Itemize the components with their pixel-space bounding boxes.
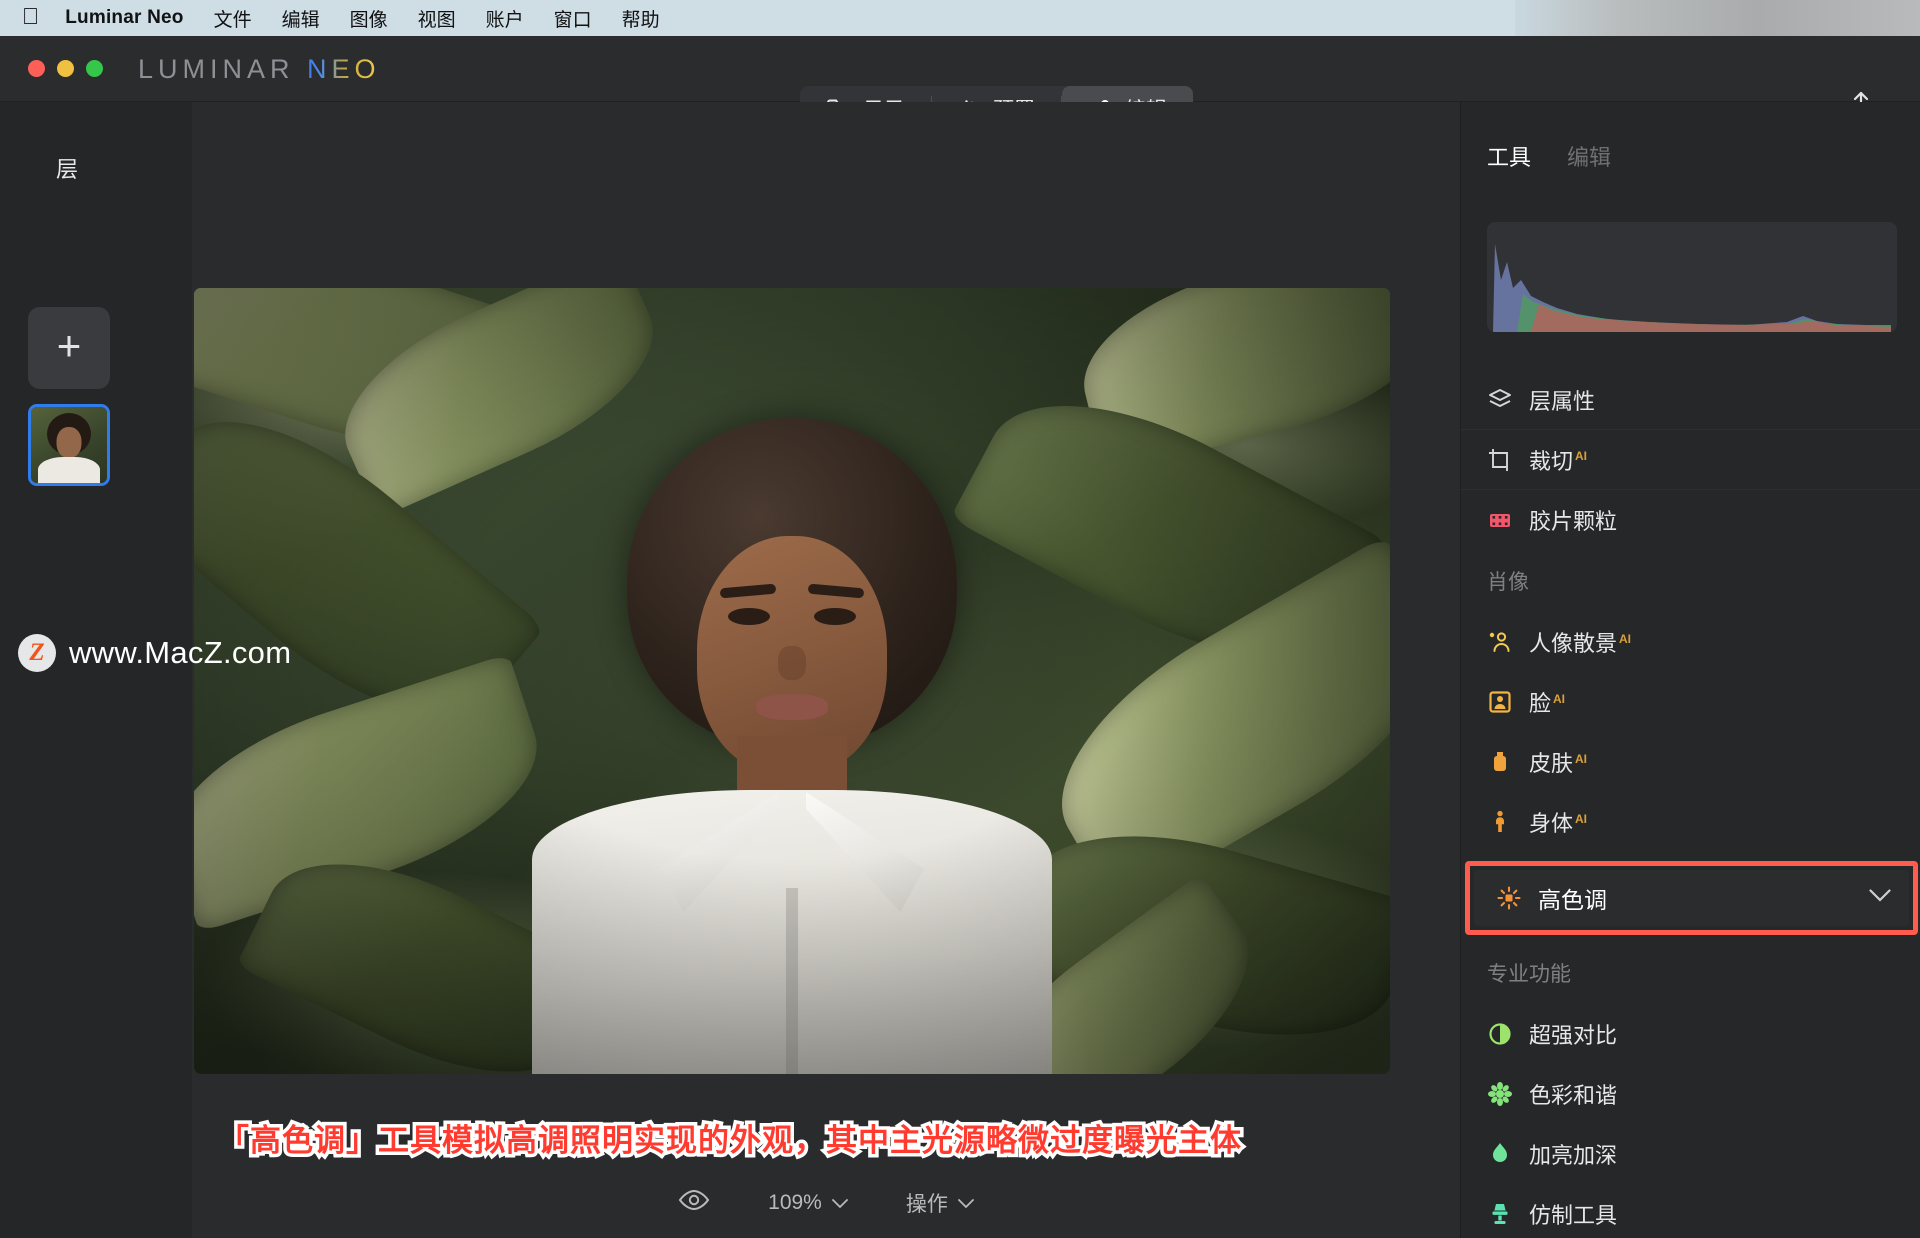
canvas-area (192, 102, 1460, 1238)
tools-top-section: 层属性 裁切 AI 胶片颗粒 (1461, 370, 1920, 550)
tool-label: 色彩和谐 (1529, 1083, 1618, 1108)
layers-icon (1487, 387, 1513, 413)
contrast-icon (1487, 1021, 1513, 1047)
tool-row-body[interactable]: 身体 AI (1461, 792, 1920, 852)
crop-icon (1487, 447, 1513, 473)
body-icon (1487, 809, 1513, 835)
tool-row-film-grain[interactable]: 胶片颗粒 (1461, 490, 1920, 550)
tool-row-crop[interactable]: 裁切 AI (1461, 430, 1920, 490)
tool-label: 人像散景 AI (1529, 631, 1632, 656)
watermark: Z www.MacZ.com (18, 634, 291, 672)
high-key-sun-icon (1496, 885, 1522, 911)
apple-logo-icon[interactable]:  (22, 5, 39, 28)
annotation-caption: 「高色调」工具模拟高调照明实现的外观，其中主光源略微过度曝光主体 (215, 1120, 1245, 1162)
ai-badge: AI (1553, 691, 1566, 706)
watermark-text: www.MacZ.com (69, 635, 292, 670)
layers-panel-title: 层 (56, 157, 79, 182)
logo-neo-text: NEO (307, 54, 381, 84)
menu-item-view[interactable]: 视图 (418, 5, 456, 32)
ai-badge: AI (1619, 631, 1632, 646)
macos-menu-bar:  Luminar Neo 文件 编辑 图像 视图 账户 窗口 帮助 (0, 0, 1920, 36)
tool-row-color-harmony[interactable]: 色彩和谐 (1461, 1064, 1920, 1124)
menu-item-edit[interactable]: 编辑 (282, 5, 320, 32)
tool-row-skin[interactable]: 皮肤 AI (1461, 732, 1920, 792)
luminar-neo-window: LUMINAR NEO 目录 预置 (0, 36, 1920, 1238)
ai-badge: AI (1575, 449, 1588, 464)
menu-item-image[interactable]: 图像 (350, 5, 388, 32)
film-icon (1487, 507, 1513, 533)
canvas-status-bar: 109% 操作 (192, 1168, 1460, 1238)
logo-luminar-text: LUMINAR (138, 54, 295, 84)
selected-tool-highlight: 高色调 (1465, 861, 1918, 935)
plus-icon: + (56, 321, 82, 369)
actions-menu-button[interactable]: 操作 (906, 1188, 974, 1218)
actions-label: 操作 (905, 1193, 948, 1216)
tool-label: 身体 AI (1529, 811, 1588, 836)
zoom-level-value: 109% (768, 1191, 822, 1214)
layer-thumbnail-image (31, 407, 107, 483)
tool-label: 皮肤 AI (1529, 751, 1588, 776)
chevron-down-icon (957, 1191, 974, 1215)
tools-panel: 工具 编辑 层属性 裁切 AI 胶片颗粒 肖像 人像散景 AI 脸 AI 皮肤 … (1460, 102, 1920, 1238)
tool-label: 仿制工具 (1529, 1203, 1618, 1228)
tool-label: 加亮加深 (1529, 1143, 1618, 1168)
tools-portrait-section: 肖像 人像散景 AI 脸 AI 皮肤 AI 身体 AI (1461, 550, 1920, 852)
face-icon (1487, 689, 1513, 715)
toggle-preview-button[interactable] (678, 1189, 710, 1217)
ai-badge: AI (1575, 811, 1588, 826)
tool-row-portrait-bokeh[interactable]: 人像散景 AI (1461, 612, 1920, 672)
clone-stamp-icon (1487, 1201, 1513, 1227)
group-header-portrait: 肖像 (1487, 571, 1529, 594)
tool-row-face[interactable]: 脸 AI (1461, 672, 1920, 732)
menu-item-window[interactable]: 窗口 (554, 5, 592, 32)
menu-item-account[interactable]: 账户 (486, 5, 524, 32)
rgb-histogram[interactable] (1487, 222, 1897, 332)
dodge-burn-icon (1487, 1141, 1513, 1167)
tool-label: 高色调 (1538, 887, 1607, 913)
app-logo: LUMINAR NEO (138, 54, 381, 85)
photo-image (194, 288, 1390, 1074)
tool-label: 脸 AI (1529, 691, 1566, 716)
tool-row-supercontrast[interactable]: 超强对比 (1461, 1004, 1920, 1064)
menu-item-help[interactable]: 帮助 (622, 5, 660, 32)
layer-thumbnail-item[interactable] (28, 404, 110, 486)
tool-row-dodge-burn[interactable]: 加亮加深 (1461, 1124, 1920, 1184)
chevron-down-icon (831, 1191, 848, 1215)
tab-edits[interactable]: 编辑 (1567, 140, 1611, 172)
tool-row-clone-stamp[interactable]: 仿制工具 (1461, 1184, 1920, 1238)
menubar-app-name[interactable]: Luminar Neo (65, 7, 183, 29)
tools-panel-tabs: 工具 编辑 (1487, 140, 1611, 172)
app-title-bar: LUMINAR NEO 目录 预置 (0, 36, 1920, 132)
color-harmony-icon (1487, 1081, 1513, 1107)
tool-label: 层属性 (1529, 388, 1596, 414)
tool-label: 超强对比 (1529, 1023, 1618, 1048)
tab-tools[interactable]: 工具 (1487, 140, 1531, 172)
window-controls (28, 60, 103, 77)
tool-label: 胶片颗粒 (1529, 509, 1618, 534)
chevron-down-icon[interactable] (1869, 889, 1891, 907)
add-layer-button[interactable]: + (28, 307, 110, 389)
portrait-bokeh-icon (1487, 629, 1513, 655)
skin-icon (1487, 749, 1513, 775)
tool-row-layer-properties[interactable]: 层属性 (1461, 370, 1920, 430)
minimize-button[interactable] (57, 60, 74, 77)
zoom-level-control[interactable]: 109% (768, 1191, 848, 1215)
menu-item-file[interactable]: 文件 (214, 5, 252, 32)
group-header-pro: 专业功能 (1487, 963, 1571, 986)
menubar-right-status-area (1515, 0, 1920, 36)
tool-row-high-key[interactable]: 高色调 (1474, 870, 1909, 926)
maximize-button[interactable] (86, 60, 103, 77)
watermark-badge-icon: Z (18, 634, 56, 672)
photo-vignette (194, 288, 1390, 1074)
eye-icon (678, 1189, 710, 1217)
tool-label: 裁切 AI (1529, 448, 1588, 474)
photo-preview[interactable] (194, 288, 1390, 1074)
tools-pro-section: 专业功能 超强对比 色彩和谐 加亮加深 仿制工具 (1461, 942, 1920, 1238)
close-button[interactable] (28, 60, 45, 77)
ai-badge: AI (1575, 751, 1588, 766)
